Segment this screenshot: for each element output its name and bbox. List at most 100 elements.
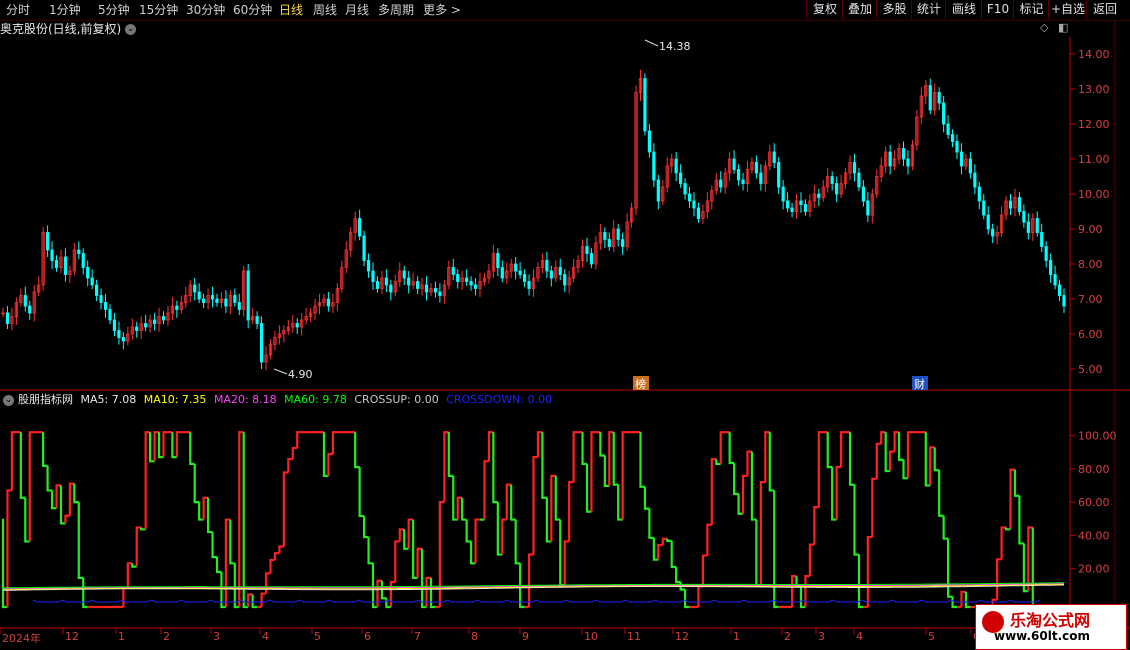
candle-body bbox=[817, 193, 821, 198]
candle-body bbox=[384, 277, 388, 286]
candle-body bbox=[424, 284, 429, 293]
osc-segment bbox=[483, 460, 489, 520]
osc-segment bbox=[701, 554, 708, 587]
osc-segment bbox=[1018, 495, 1024, 545]
osc-segment bbox=[675, 567, 681, 584]
osc-segment bbox=[866, 535, 873, 607]
osc-segment bbox=[273, 552, 280, 560]
date-tick-label: 2 bbox=[784, 630, 791, 643]
legend-crossup: CROSSUP: 0.00 bbox=[354, 393, 439, 406]
osc-segment bbox=[122, 586, 128, 607]
candle-body bbox=[500, 267, 504, 279]
legend-ma5: MA5: 7.08 bbox=[80, 393, 137, 406]
candle-body bbox=[465, 277, 469, 282]
candle-body bbox=[237, 302, 241, 310]
osc-segment bbox=[541, 432, 547, 499]
candle-body bbox=[117, 330, 121, 338]
candle-body bbox=[45, 232, 50, 251]
high-label: 14.38 bbox=[659, 40, 691, 53]
high-marker: 14.38 bbox=[644, 39, 691, 53]
candle-body bbox=[514, 263, 518, 272]
candle-body bbox=[790, 207, 794, 212]
osc-segment bbox=[697, 585, 703, 607]
legend-ma20: MA20: 8.18 bbox=[213, 393, 277, 406]
candle-body bbox=[563, 274, 567, 286]
candle-body bbox=[1044, 246, 1048, 261]
candle-body bbox=[1040, 232, 1044, 247]
candle-body bbox=[23, 295, 27, 307]
osc-segment bbox=[750, 451, 757, 521]
candle-body bbox=[696, 207, 701, 219]
osc-segment bbox=[826, 432, 833, 469]
price-axis: 14.00 13.00 12.00 11.00 10.00 9.00 8.00 7.00 6.0… bbox=[1070, 48, 1110, 376]
candle-body bbox=[295, 323, 299, 328]
osc-segment bbox=[946, 538, 953, 598]
osc-segment bbox=[817, 431, 824, 508]
date-tick-label: 4 bbox=[262, 630, 269, 643]
candle-body bbox=[754, 162, 758, 174]
candle-body bbox=[830, 176, 834, 184]
candle-body bbox=[901, 148, 906, 160]
bang-badge[interactable]: 榜 bbox=[633, 376, 649, 391]
candle-body bbox=[1017, 197, 1022, 212]
candle-body bbox=[732, 158, 736, 170]
osc-segment bbox=[639, 432, 645, 488]
osc-segment bbox=[260, 592, 267, 607]
osc-segment bbox=[768, 432, 775, 492]
osc-segment bbox=[389, 580, 396, 607]
osc-segment bbox=[996, 558, 1002, 600]
candle-body bbox=[991, 228, 995, 237]
date-tick-label: 11 bbox=[627, 630, 641, 643]
osc-segment bbox=[510, 484, 516, 521]
date-tick-label: 12 bbox=[65, 630, 79, 643]
watermark-line2: www.60lt.com bbox=[994, 629, 1091, 643]
osc-segment bbox=[1000, 526, 1007, 560]
date-tick-label: 3 bbox=[213, 630, 220, 643]
osc-segment bbox=[282, 471, 289, 547]
candle-body bbox=[121, 337, 125, 342]
candle-body bbox=[375, 281, 380, 289]
candle-body bbox=[86, 267, 90, 279]
date-tick-label: 10 bbox=[584, 630, 598, 643]
date-tick-label: 7 bbox=[414, 630, 421, 643]
candle-body bbox=[656, 179, 660, 202]
osc-segment bbox=[835, 466, 842, 520]
osc-segment bbox=[189, 432, 195, 466]
chart-canvas[interactable]: 14.38 4.90 榜 财 14.00 13.00 12.00 11.00 10.00… bbox=[0, 0, 1130, 650]
candle-body bbox=[906, 158, 910, 167]
candle-body bbox=[99, 295, 103, 303]
osc-segment bbox=[362, 516, 369, 539]
osc-segment bbox=[666, 538, 672, 542]
candle-body bbox=[973, 172, 977, 188]
price-tick-label: 13.00 bbox=[1078, 83, 1110, 96]
osc-segment bbox=[291, 446, 298, 460]
osc-segment bbox=[296, 431, 302, 449]
candle-body bbox=[652, 151, 656, 181]
candle-body bbox=[246, 270, 250, 321]
legend-ma60: MA60: 9.78 bbox=[284, 393, 347, 406]
candle-body bbox=[647, 130, 652, 153]
candle-body bbox=[937, 92, 941, 104]
osc-segment bbox=[215, 557, 222, 574]
candle-body bbox=[224, 298, 228, 307]
candle-body bbox=[77, 249, 81, 254]
osc-segment bbox=[492, 432, 498, 504]
osc-segment bbox=[394, 540, 400, 583]
osc-segment bbox=[840, 431, 846, 468]
osc-segment bbox=[46, 465, 53, 492]
osc-segment bbox=[193, 463, 200, 504]
osc-segment bbox=[733, 463, 739, 495]
candle-body bbox=[63, 256, 68, 275]
indicator-chevron-icon[interactable]: ⌄ bbox=[3, 394, 14, 406]
candle-body bbox=[358, 218, 362, 237]
osc-segment bbox=[42, 432, 48, 467]
date-tick-label: 3 bbox=[818, 630, 825, 643]
candle-body bbox=[202, 298, 206, 303]
candle-body bbox=[161, 316, 166, 321]
candle-body bbox=[402, 270, 406, 279]
candle-body bbox=[433, 288, 438, 293]
osc-segment bbox=[82, 577, 88, 609]
osc-segment bbox=[532, 456, 538, 555]
cai-badge[interactable]: 财 bbox=[912, 376, 928, 391]
indicator-name[interactable]: 股朋指标网 bbox=[18, 393, 73, 406]
